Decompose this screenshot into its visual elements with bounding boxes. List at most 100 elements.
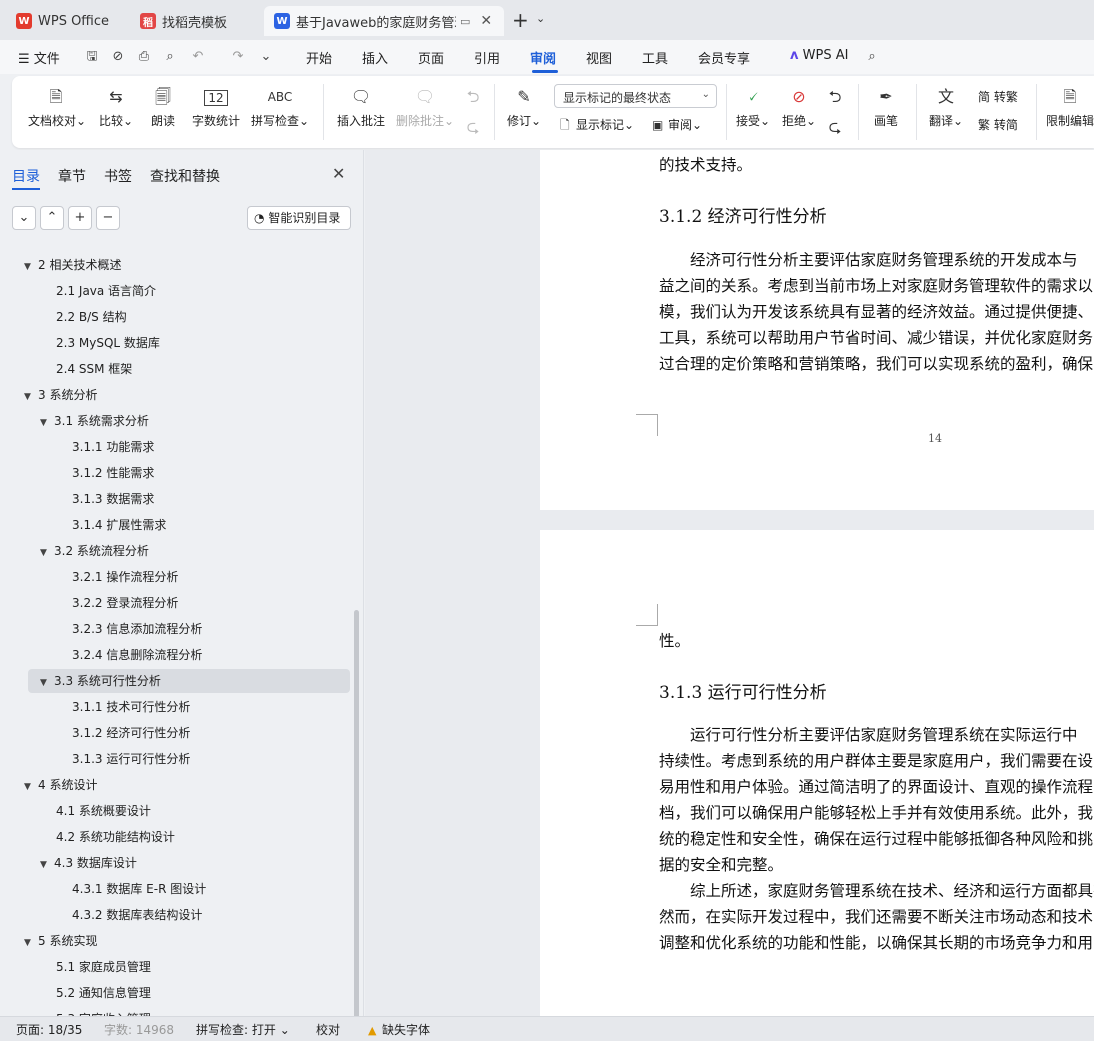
collapse-all-button[interactable]: ⌃ xyxy=(40,206,64,230)
menu-review[interactable]: 审阅 xyxy=(530,48,556,67)
toc-item[interactable]: 4.3.2 数据库表结构设计 xyxy=(72,903,202,927)
pen-button[interactable]: ✒ 画笔 xyxy=(868,84,904,129)
print-preview-icon[interactable]: ⌕ xyxy=(162,49,178,65)
menu-member[interactable]: 会员专享 xyxy=(698,48,750,67)
expand-triangle-icon[interactable]: ▼ xyxy=(24,931,38,955)
missing-font-status[interactable]: ▲ 缺失字体 xyxy=(368,1021,430,1038)
toc-item[interactable]: 2.4 SSM 框架 xyxy=(56,357,132,381)
insert-comment-button[interactable]: 🗨 插入批注 xyxy=(334,84,388,129)
new-tab-plus-icon[interactable]: + xyxy=(512,8,529,32)
toc-item[interactable]: 2.1 Java 语言简介 xyxy=(56,279,156,303)
toc-item[interactable]: 3.1.1 技术可行性分析 xyxy=(72,695,190,719)
toc-item[interactable]: ▼ 2 相关技术概述 xyxy=(24,253,121,277)
toc-item[interactable]: 5.1 家庭成员管理 xyxy=(56,955,151,979)
toc-item[interactable]: 3.1.2 经济可行性分析 xyxy=(72,721,190,745)
redo-icon[interactable]: ↷ xyxy=(230,49,246,65)
wordcount-indicator[interactable]: 字数: 14968 xyxy=(104,1021,174,1038)
toc-item[interactable]: 2.2 B/S 结构 xyxy=(56,305,127,329)
toc-item[interactable]: 3.1.4 扩展性需求 xyxy=(72,513,166,537)
file-menu[interactable]: ☰ 文件 xyxy=(18,48,60,67)
toc-item[interactable]: ▼ 4 系统设计 xyxy=(24,773,97,797)
toc-item[interactable]: 3.1.1 功能需求 xyxy=(72,435,154,459)
tab-bookmarks[interactable]: 书签 xyxy=(104,166,132,186)
close-pane-icon[interactable]: ✕ xyxy=(332,164,345,183)
save-icon[interactable]: 🖫 xyxy=(84,49,100,65)
to-traditional-button[interactable]: 简 转繁 xyxy=(978,88,1018,105)
toc-item[interactable]: 3.1.3 运行可行性分析 xyxy=(72,747,190,771)
toc-item[interactable]: 4.3.1 数据库 E-R 图设计 xyxy=(72,877,206,901)
toc-item[interactable]: 5.3 家庭收入管理 xyxy=(56,1007,151,1016)
revise-button[interactable]: ✎ 修订⌄ xyxy=(504,84,544,129)
toc-item[interactable]: 3.2.4 信息删除流程分析 xyxy=(72,643,202,667)
menu-view[interactable]: 视图 xyxy=(586,48,612,67)
menu-home[interactable]: 开始 xyxy=(306,48,332,67)
toc-item[interactable]: 3.1.2 性能需求 xyxy=(72,461,154,485)
toc-item[interactable]: 3.1.3 数据需求 xyxy=(72,487,154,511)
toc-item[interactable]: 3.2.2 登录流程分析 xyxy=(72,591,178,615)
delete-comment-button[interactable]: 🗨 删除批注⌄ xyxy=(396,84,454,129)
toc-item[interactable]: 3.2.3 信息添加流程分析 xyxy=(72,617,202,641)
undo-icon[interactable]: ↶ xyxy=(190,49,206,65)
toc-scrollbar[interactable] xyxy=(354,610,359,1040)
add-heading-button[interactable]: + xyxy=(68,206,92,230)
page-indicator[interactable]: 页面: 18/35 xyxy=(16,1021,82,1038)
toc-item[interactable]: ▼ 3.3 系统可行性分析 xyxy=(28,669,350,693)
print-icon[interactable]: ⎙ xyxy=(136,49,152,65)
expand-triangle-icon[interactable]: ▼ xyxy=(24,775,38,799)
menu-insert[interactable]: 插入 xyxy=(362,48,388,67)
share-icon[interactable]: ⊘ xyxy=(110,49,126,65)
expand-all-button[interactable]: ⌄ xyxy=(12,206,36,230)
spellcheck-toggle[interactable]: 拼写检查: 打开 ⌄ xyxy=(196,1021,290,1038)
expand-triangle-icon[interactable]: ▼ xyxy=(24,385,38,409)
chevron-down-icon[interactable]: ⌄ xyxy=(536,12,545,25)
toc-item[interactable]: 4.1 系统概要设计 xyxy=(56,799,151,823)
prev-comment-button[interactable]: ⮌ xyxy=(462,84,484,110)
translate-button[interactable]: 文 翻译⌄ xyxy=(926,84,966,129)
accept-button[interactable]: 🗸 接受⌄ xyxy=(734,84,772,129)
spellcheck-button[interactable]: ABC 拼写检查⌄ xyxy=(250,84,310,129)
smart-toc-button[interactable]: ◔ 智能识别目录 xyxy=(247,206,351,230)
toc-item[interactable]: 2.3 MySQL 数据库 xyxy=(56,331,160,355)
read-aloud-button[interactable]: 🗐 朗读 xyxy=(146,84,180,129)
tab-find-replace[interactable]: 查找和替换 xyxy=(150,166,220,186)
tab-sections[interactable]: 章节 xyxy=(58,166,86,186)
expand-triangle-icon[interactable]: ▼ xyxy=(24,255,38,279)
expand-triangle-icon[interactable]: ▼ xyxy=(40,411,54,435)
menu-references[interactable]: 引用 xyxy=(474,48,500,67)
menu-tools[interactable]: 工具 xyxy=(642,48,668,67)
restrict-editing-button[interactable]: 🗎 限制编辑 xyxy=(1046,84,1094,129)
expand-triangle-icon[interactable]: ▼ xyxy=(40,853,54,877)
toc-item[interactable]: 3.2.1 操作流程分析 xyxy=(72,565,178,589)
search-icon[interactable]: ⌕ xyxy=(864,49,880,65)
toc-item[interactable]: ▼ 5 系统实现 xyxy=(24,929,97,953)
toc-item[interactable]: ▼ 3.1 系统需求分析 xyxy=(40,409,149,433)
prev-change-button[interactable]: ⮌ xyxy=(824,84,846,110)
menu-page[interactable]: 页面 xyxy=(418,48,444,67)
to-simplified-button[interactable]: 繁 转简 xyxy=(978,116,1018,133)
tab-wps-office[interactable]: W WPS Office xyxy=(6,6,122,36)
toc-item[interactable]: ▼ 3.2 系统流程分析 xyxy=(40,539,149,563)
toc-item[interactable]: 5.2 通知信息管理 xyxy=(56,981,151,1005)
show-markup-button[interactable]: 🗋 显示标记⌄ xyxy=(560,116,634,137)
toc-item[interactable]: 4.2 系统功能结构设计 xyxy=(56,825,175,849)
remove-heading-button[interactable]: − xyxy=(96,206,120,230)
next-change-button[interactable]: ⮎ xyxy=(824,114,846,140)
reject-button[interactable]: ⊘ 拒绝⌄ xyxy=(780,84,818,129)
more-chevron-icon[interactable]: ⌄ xyxy=(258,49,274,65)
close-tab-icon[interactable]: ✕ xyxy=(480,13,492,29)
review-pane-button[interactable]: ▣ 审阅⌄ xyxy=(652,116,702,133)
expand-triangle-icon[interactable]: ▼ xyxy=(40,671,54,695)
wordcount-button[interactable]: 12 字数统计 xyxy=(188,84,244,129)
expand-triangle-icon[interactable]: ▼ xyxy=(40,541,54,565)
markup-state-select[interactable]: 显示标记的最终状态 ⌄ xyxy=(554,84,717,108)
toc-item[interactable]: ▼ 3 系统分析 xyxy=(24,383,97,407)
compare-button[interactable]: ⇆ 比较⌄ xyxy=(96,84,136,129)
toc-item[interactable]: ▼ 4.3 数据库设计 xyxy=(40,851,137,875)
wps-ai-button[interactable]: ᴧ WPS AI xyxy=(790,48,848,63)
tab-toc[interactable]: 目录 xyxy=(12,166,40,186)
proof-button[interactable]: 🗎 文档校对⌄ xyxy=(28,84,86,129)
tab-document[interactable]: W 基于Javaweb的家庭财务管理系 ▭ ✕ xyxy=(264,6,504,36)
proof-status[interactable]: 校对 xyxy=(316,1021,340,1038)
tab-docer-templates[interactable]: 稻 找稻壳模板 xyxy=(130,6,256,36)
next-comment-button[interactable]: ⮎ xyxy=(462,114,484,140)
